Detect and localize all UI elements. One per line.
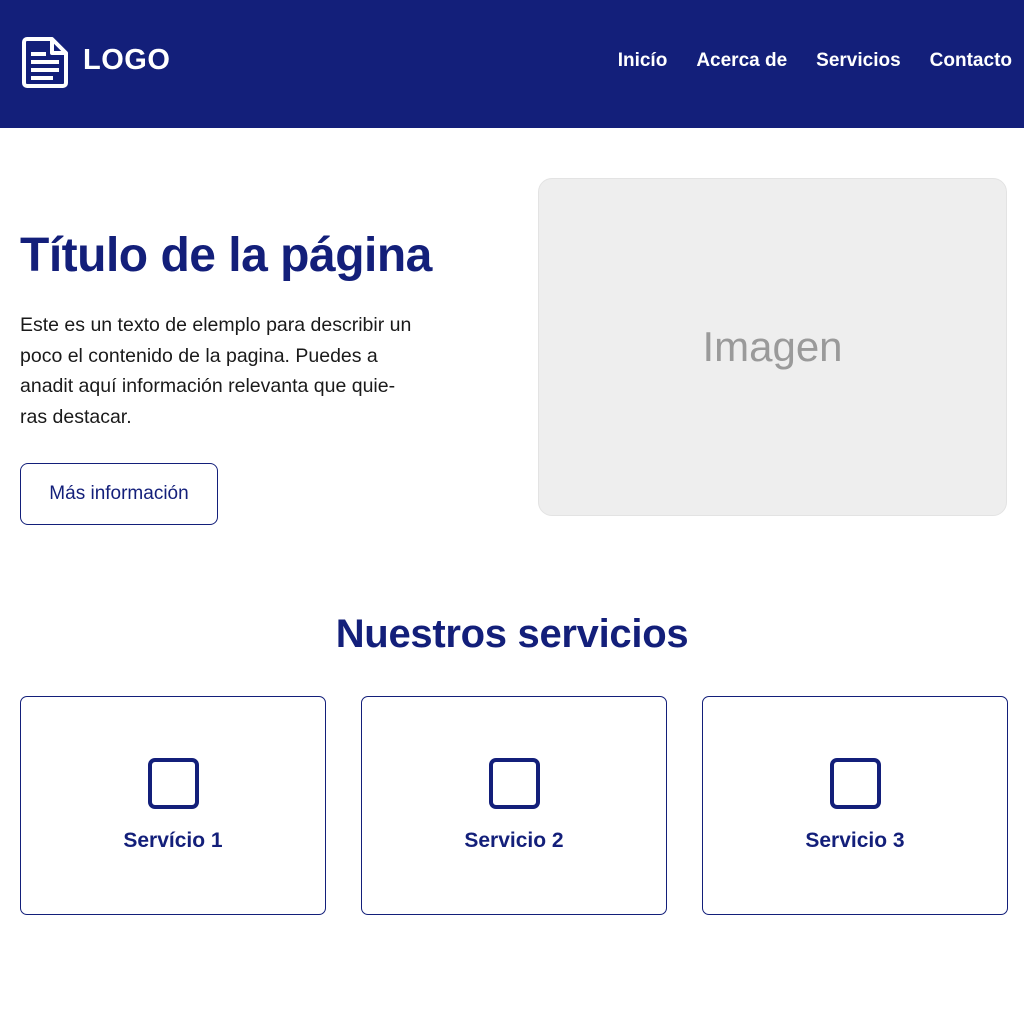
square-icon: [148, 758, 199, 809]
services-title: Nuestros servicios: [335, 612, 689, 656]
service-card-3[interactable]: Servicio 3: [702, 696, 1008, 915]
hero-description-line: anadit aquí información relevanta que qu…: [20, 375, 396, 397]
service-card-label: Servício 1: [123, 829, 223, 852]
hero-description: Este es un texto de elemplo para describ…: [20, 310, 480, 432]
logo-text[interactable]: LOGO: [83, 44, 170, 77]
nav-item-contacto[interactable]: Contacto: [930, 50, 1012, 72]
nav-item-inicio[interactable]: Inicío: [618, 50, 668, 72]
site-header: LOGO Inicío Acerca de Servicios Contacto: [0, 0, 1024, 128]
hero-description-line: poco el contenido de la pagina. Puedes a: [20, 344, 378, 367]
service-card-label: Servicio 2: [464, 829, 564, 852]
main-nav: Inicío Acerca de Servicios Contacto: [618, 50, 1012, 72]
square-icon: [830, 758, 881, 809]
nav-item-servicios[interactable]: Servicios: [816, 50, 901, 72]
square-icon: [489, 758, 540, 809]
page-title: Título de la página: [20, 229, 432, 282]
document-icon[interactable]: [21, 36, 69, 89]
image-placeholder-label: Imagen: [702, 323, 843, 370]
nav-item-acerca-de[interactable]: Acerca de: [696, 50, 787, 72]
service-card-2[interactable]: Servicio 2: [361, 696, 667, 915]
hero-description-line: ras destacar.: [20, 405, 132, 428]
service-card-label: Servicio 3: [805, 829, 905, 852]
hero-description-line: Este es un texto de elemplo para describ…: [20, 314, 412, 336]
image-placeholder: Imagen: [538, 178, 1007, 516]
service-card-1[interactable]: Servício 1: [20, 696, 326, 915]
more-info-button[interactable]: Más información: [20, 463, 218, 525]
